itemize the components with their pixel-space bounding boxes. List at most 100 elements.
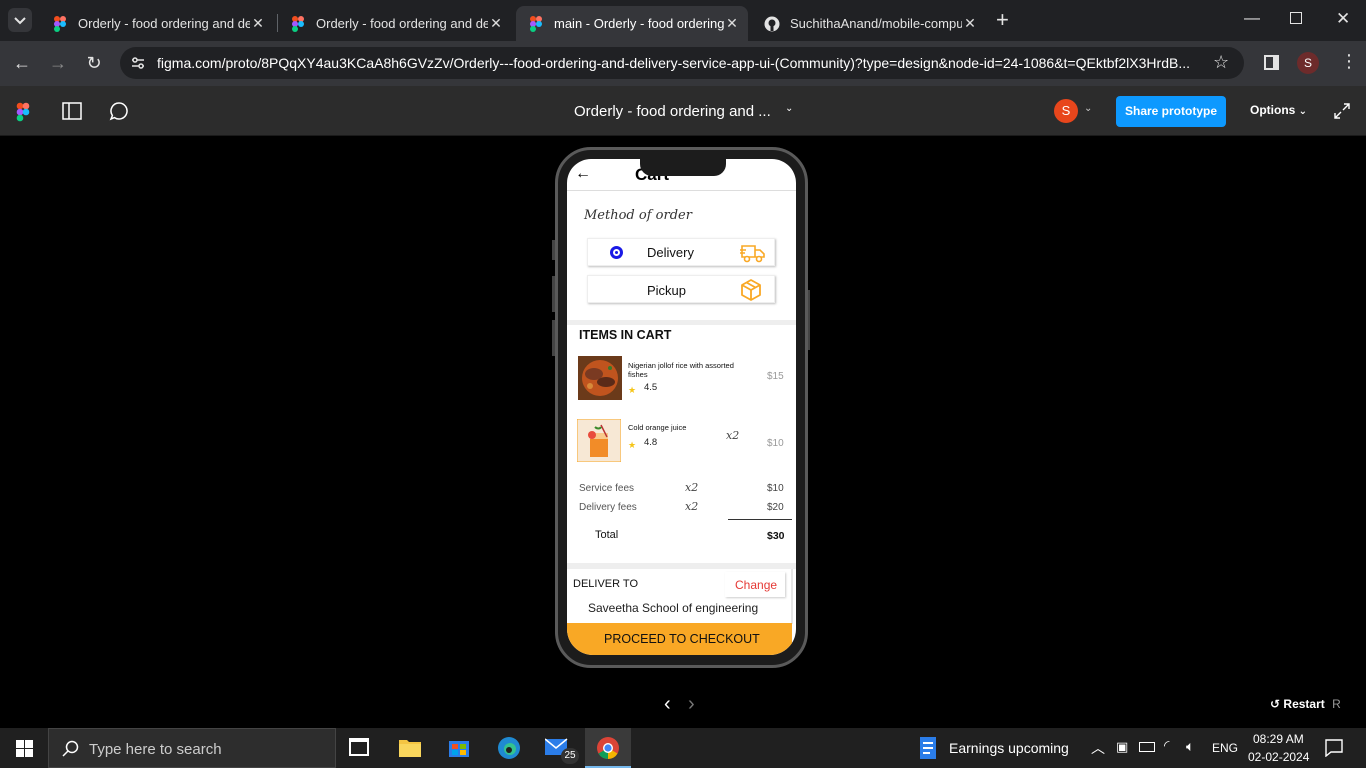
figma-icon — [530, 15, 542, 32]
task-view-icon[interactable] — [349, 738, 369, 756]
delivery-truck-icon — [740, 245, 765, 263]
previous-frame-button[interactable]: ‹ — [664, 693, 671, 716]
battery-icon[interactable] — [1139, 742, 1155, 752]
edge-browser-icon[interactable] — [497, 736, 521, 760]
address-bar[interactable]: figma.com/proto/8PQqXY4au3KCaA8h6GVzZv/O… — [120, 47, 1244, 79]
new-tab-button[interactable]: + — [996, 9, 1009, 31]
volume-icon[interactable]: 🔈︎ — [1186, 738, 1194, 755]
search-icon — [62, 740, 79, 757]
notifications-icon[interactable] — [1325, 739, 1343, 757]
change-address-button[interactable]: Change — [725, 572, 785, 597]
tab-strip: Orderly - food ordering and del ✕ Orderl… — [0, 0, 1366, 41]
item-name: Nigerian jollof rice with assorted fishe… — [628, 361, 734, 379]
star-icon: ★ — [628, 385, 637, 395]
pickup-option[interactable]: Pickup — [587, 275, 775, 303]
item-price: $10 — [767, 438, 784, 449]
options-button[interactable]: Options ⌄ — [1250, 103, 1307, 117]
wifi-icon[interactable]: ◜ — [1164, 737, 1169, 754]
news-widget-icon[interactable] — [919, 736, 937, 760]
item-rating: 4.8 — [644, 437, 658, 448]
close-tab-icon[interactable]: ✕ — [724, 15, 740, 32]
share-prototype-button[interactable]: Share prototype — [1116, 96, 1226, 127]
items-in-cart-heading: ITEMS IN CART — [579, 328, 672, 342]
news-widget-text[interactable]: Earnings upcoming — [949, 740, 1069, 756]
search-placeholder: Type here to search — [89, 741, 222, 758]
pickup-label: Pickup — [647, 283, 687, 298]
minimize-button[interactable]: — — [1244, 10, 1260, 28]
github-icon — [764, 16, 780, 31]
total-divider — [728, 519, 792, 520]
item-quantity: x2 — [726, 429, 740, 442]
side-panel-icon[interactable] — [1264, 55, 1279, 70]
item-rating: 4.5 — [644, 382, 658, 393]
browser-tab-2[interactable]: Orderly - food ordering and del ✕ — [278, 6, 512, 41]
restart-label: Restart — [1283, 697, 1325, 711]
delivery-label: Delivery — [647, 245, 694, 260]
browser-tab-3-active[interactable]: main - Orderly - food ordering ✕ — [516, 6, 748, 41]
jollof-rice-image — [578, 356, 622, 400]
document-title[interactable]: Orderly - food ordering and ... — [574, 103, 771, 120]
total-label: Total — [595, 529, 619, 541]
checkout-label: PROCEED TO CHECKOUT — [604, 632, 760, 646]
comment-icon[interactable] — [109, 101, 129, 121]
app-screen: ← Cart Method of order Delivery Pickup I… — [567, 159, 796, 655]
chrome-menu-icon[interactable]: ⋮ — [1340, 51, 1358, 72]
delivery-option[interactable]: Delivery — [587, 238, 775, 266]
service-fees-label: Service fees — [579, 483, 635, 494]
chrome-icon — [597, 737, 619, 759]
chevron-down-icon[interactable]: ⌄ — [785, 103, 793, 114]
method-of-order-label: Method of order — [584, 208, 692, 223]
microsoft-store-icon[interactable] — [449, 737, 469, 757]
clock-time[interactable]: 08:29 AM — [1253, 732, 1304, 746]
tab-search-button[interactable] — [8, 8, 32, 32]
back-icon[interactable]: ← — [10, 51, 34, 75]
site-settings-icon[interactable] — [130, 55, 146, 71]
cart-item[interactable]: Cold orange juice ★ 4.8 x2 $10 — [567, 418, 796, 466]
back-arrow-icon[interactable]: ← — [575, 165, 591, 183]
chevron-up-icon[interactable]: ︿ — [1091, 738, 1105, 758]
close-tab-icon[interactable]: ✕ — [962, 15, 978, 32]
restart-button[interactable]: ↺ Restart R — [1270, 697, 1341, 711]
file-explorer-icon[interactable] — [399, 737, 421, 757]
radio-selected-icon[interactable] — [610, 246, 623, 259]
user-avatar[interactable]: S — [1054, 99, 1078, 123]
close-tab-icon[interactable]: ✕ — [250, 15, 266, 32]
header-divider — [567, 190, 796, 191]
chrome-taskbar-item[interactable] — [585, 728, 631, 768]
sidebar-toggle-icon[interactable] — [62, 101, 82, 121]
service-fees-amount: $10 — [767, 483, 784, 494]
browser-tab-4[interactable]: SuchithaAnand/mobile-comput ✕ — [752, 6, 986, 41]
clock-date[interactable]: 02-02-2024 — [1248, 750, 1309, 764]
forward-icon[interactable]: → — [46, 51, 70, 75]
next-frame-button[interactable]: › — [688, 693, 695, 716]
fullscreen-icon[interactable] — [1334, 103, 1350, 119]
phone-notch — [640, 152, 726, 176]
url-text: figma.com/proto/8PQqXY4au3KCaA8h6GVzZv/O… — [157, 55, 1190, 71]
browser-tab-1[interactable]: Orderly - food ordering and del ✕ — [40, 6, 274, 41]
figma-logo-icon[interactable] — [16, 102, 30, 122]
deliver-to-label: DELIVER TO — [573, 578, 639, 590]
proceed-to-checkout-button[interactable]: PROCEED TO CHECKOUT — [567, 623, 792, 655]
windows-start-icon[interactable] — [16, 740, 33, 757]
item-price: $15 — [767, 371, 784, 382]
figma-icon — [292, 15, 304, 32]
taskbar-search[interactable]: Type here to search — [48, 728, 336, 768]
bookmark-star-icon[interactable]: ☆ — [1213, 52, 1229, 73]
restore-button[interactable] — [1290, 12, 1302, 24]
package-box-icon — [741, 279, 761, 301]
mail-badge: 25 — [561, 748, 579, 764]
chevron-down-icon[interactable]: ⌄ — [1084, 103, 1092, 114]
profile-avatar[interactable]: S — [1297, 52, 1319, 74]
close-tab-icon[interactable]: ✕ — [488, 15, 504, 32]
language-indicator[interactable]: ENG — [1212, 741, 1238, 755]
meet-icon[interactable]: ▣ — [1116, 739, 1128, 755]
service-fees-qty: x2 — [685, 481, 699, 494]
browser-toolbar: ← → ↻ figma.com/proto/8PQqXY4au3KCaA8h6G… — [0, 41, 1366, 86]
tab-title: Orderly - food ordering and del — [78, 16, 250, 31]
cart-item[interactable]: Nigerian jollof rice with assorted fishe… — [567, 354, 796, 402]
reload-icon[interactable]: ↻ — [82, 51, 106, 75]
close-window-button[interactable]: ✕ — [1336, 9, 1350, 29]
restart-icon: ↺ — [1270, 697, 1281, 711]
options-label: Options — [1250, 103, 1296, 117]
figma-icon — [54, 15, 66, 32]
